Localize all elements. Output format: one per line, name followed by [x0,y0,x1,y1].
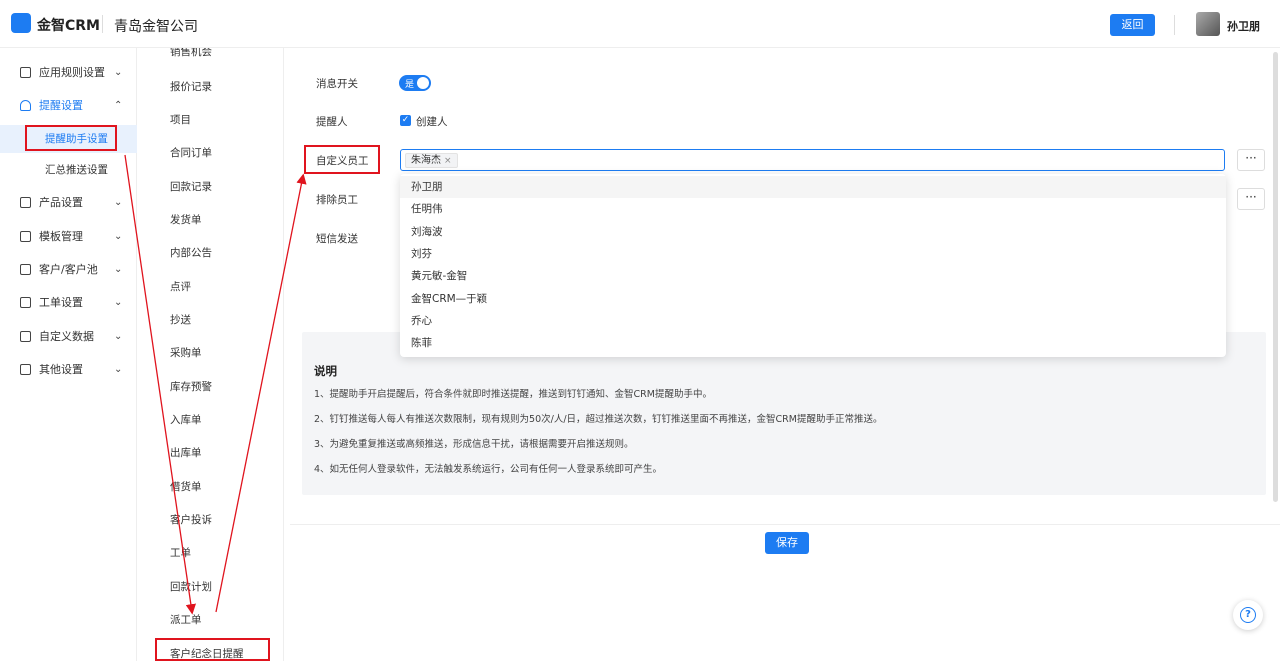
arrow-line [215,173,307,613]
arrow-line [124,154,197,615]
annotation-arrows [124,154,307,615]
